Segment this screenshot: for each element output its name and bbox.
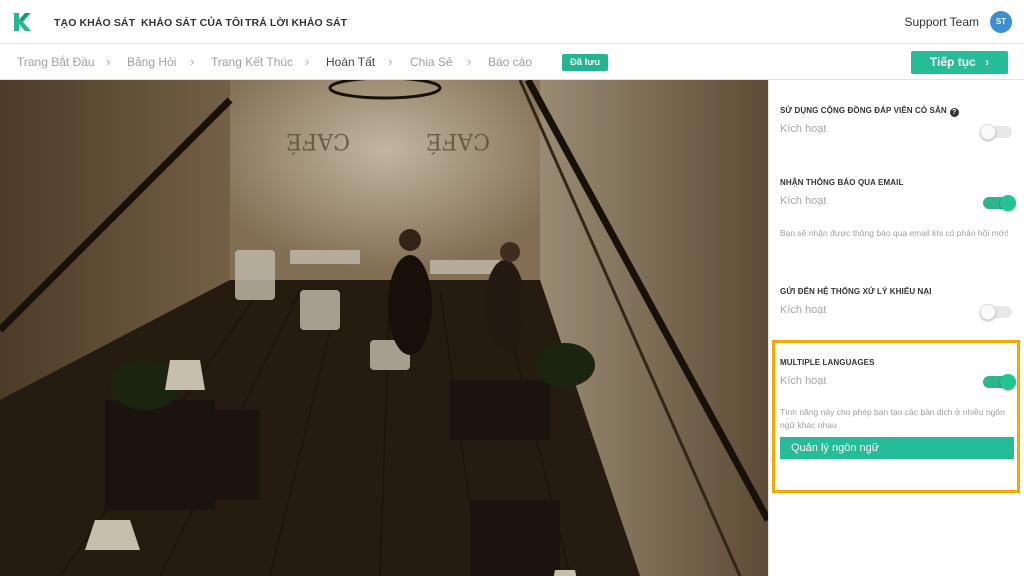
community-enable-label: Kích hoạt: [780, 123, 827, 135]
step-end-page[interactable]: Trang Kết Thúc: [211, 55, 293, 69]
community-toggle[interactable]: [980, 124, 1012, 140]
community-setting-title-text: SỬ DỤNG CỘNG ĐỒNG ĐÁP VIÊN CÓ SẴN: [780, 106, 947, 115]
complaints-enable-label: Kích hoạt: [780, 304, 827, 316]
chevron-right-icon: ›: [985, 55, 990, 69]
saved-status-badge: Đã lưu: [562, 54, 609, 71]
nav-my-surveys[interactable]: KHẢO SÁT CỦA TÔI: [141, 17, 243, 29]
chevron-right-icon: ›: [305, 54, 310, 69]
step-report[interactable]: Báo cáo: [488, 55, 532, 69]
chevron-right-icon: ›: [190, 54, 195, 69]
chevron-right-icon: ›: [388, 54, 393, 69]
user-name[interactable]: Support Team: [905, 15, 980, 29]
toggle-knob: [1000, 374, 1016, 390]
avatar[interactable]: ST: [990, 11, 1012, 33]
toggle-knob: [980, 304, 996, 320]
toggle-knob: [980, 124, 996, 140]
toggle-knob: [1000, 195, 1016, 211]
chevron-right-icon: ›: [106, 54, 111, 69]
step-start-page[interactable]: Trang Bắt Đầu: [17, 55, 95, 69]
next-button[interactable]: Tiếp tục ›: [911, 51, 1008, 74]
step-complete[interactable]: Hoàn Tất: [326, 55, 375, 69]
settings-panel: SỬ DỤNG CỘNG ĐỒNG ĐÁP VIÊN CÓ SẴN? Kích …: [768, 80, 1024, 576]
languages-toggle[interactable]: [983, 374, 1016, 390]
top-navigation-bar: TẠO KHẢO SÁT KHẢO SÁT CỦA TÔI TRẢ LỜI KH…: [0, 0, 1024, 44]
help-icon[interactable]: ?: [949, 108, 959, 117]
email-setting-title: NHẬN THÔNG BÁO QUA EMAIL: [780, 178, 904, 187]
community-setting-title: SỬ DỤNG CỘNG ĐỒNG ĐÁP VIÊN CÓ SẴN?: [780, 106, 959, 117]
nav-answer-survey[interactable]: TRẢ LỜI KHẢO SÁT: [245, 17, 347, 29]
languages-setting-title: MULTIPLE LANGUAGES: [780, 358, 875, 367]
email-toggle[interactable]: [983, 195, 1016, 211]
complaints-setting-title: GỬI ĐẾN HỆ THỐNG XỬ LÝ KHIẾU NẠI: [780, 287, 932, 296]
email-enable-label: Kích hoạt: [780, 195, 827, 207]
languages-enable-label: Kích hoạt: [780, 375, 827, 387]
nav-create-survey[interactable]: TẠO KHẢO SÁT: [54, 17, 135, 29]
manage-languages-button[interactable]: Quản lý ngôn ngữ: [780, 437, 1014, 459]
chevron-right-icon: ›: [467, 54, 472, 69]
email-setting-description: Bạn sẽ nhận được thông báo qua email khi…: [780, 228, 1009, 238]
step-questionnaire[interactable]: Bảng Hỏi: [127, 55, 176, 69]
next-button-label: Tiếp tục: [929, 55, 976, 69]
breadcrumb: Trang Bắt Đầu › Bảng Hỏi › Trang Kết Thú…: [0, 44, 1024, 80]
cafe-interior-illustration: CAFÉ CAFÉ: [0, 80, 768, 576]
survey-cover-image: CAFÉ CAFÉ: [0, 80, 768, 576]
languages-setting-description: Tính năng này cho phép bạn tạo các bản d…: [780, 407, 1005, 430]
k-logo-icon[interactable]: [12, 11, 32, 33]
step-share[interactable]: Chia Sẻ: [410, 55, 453, 69]
complaints-toggle[interactable]: [980, 304, 1012, 320]
